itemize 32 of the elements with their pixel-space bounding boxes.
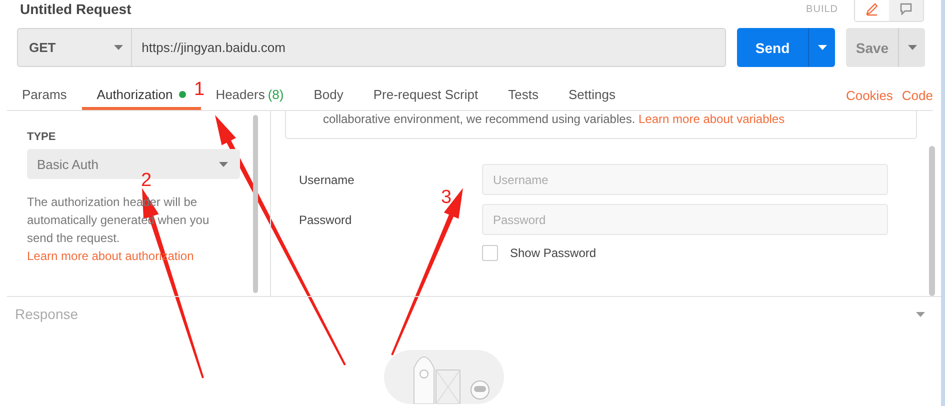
checkbox[interactable] — [482, 245, 498, 261]
scrollbar[interactable] — [253, 115, 258, 293]
tab[interactable]: Pre-request Script — [358, 81, 494, 110]
pencil-icon — [865, 2, 879, 16]
caret-icon — [219, 162, 228, 166]
caret-icon — [916, 312, 925, 316]
save-options-button[interactable] — [898, 28, 926, 67]
tab[interactable]: Tests — [493, 81, 554, 110]
url-field[interactable]: https://jingyan.baidu.com — [132, 28, 726, 67]
info-note: collaborative environment, we recommend using variables. Learn more about variables — [323, 111, 786, 127]
tab[interactable]: Params — [7, 81, 82, 110]
method-dropdown[interactable]: GET — [17, 28, 132, 67]
field-label: Username — [298, 172, 356, 186]
send-options-button[interactable] — [808, 28, 836, 67]
section-title: Response — [15, 306, 78, 322]
annotation-number: 3 — [441, 188, 452, 208]
checkbox-label: Show Password — [510, 246, 596, 260]
tab[interactable]: Body — [298, 81, 358, 110]
tab[interactable]: Settings — [553, 81, 630, 110]
scrollbar[interactable] — [929, 146, 935, 296]
caret-icon — [818, 45, 827, 50]
mode-label: BUILD — [806, 4, 838, 14]
send-button[interactable]: Send — [736, 28, 808, 67]
input-field[interactable]: Username — [482, 164, 888, 195]
field-label: Password — [298, 212, 353, 226]
type-label: TYPE — [27, 131, 57, 143]
request-title: Untitled Request — [20, 1, 132, 17]
comment-button[interactable] — [889, 0, 923, 21]
input-field[interactable]: Password — [482, 204, 888, 235]
caret-icon — [908, 45, 917, 50]
caret-icon — [114, 45, 123, 50]
comment-icon — [899, 2, 913, 16]
